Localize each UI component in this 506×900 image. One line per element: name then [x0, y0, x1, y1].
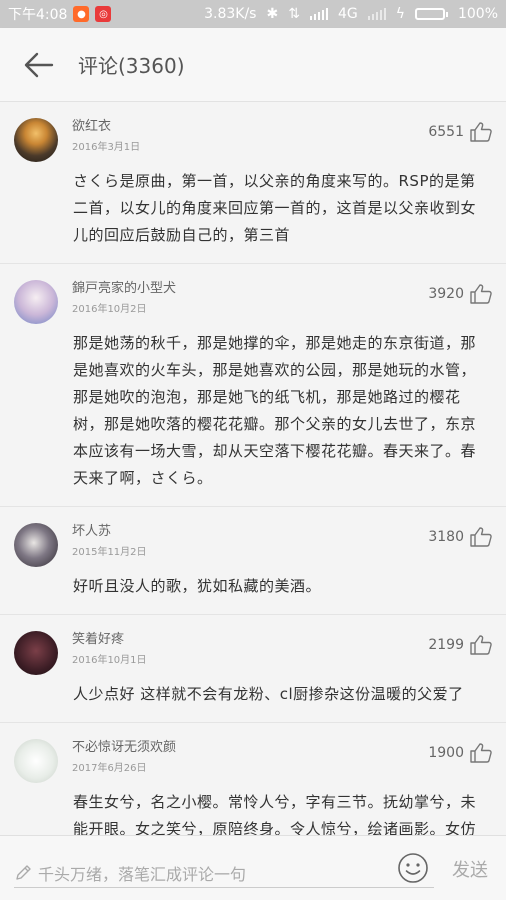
- thumbs-up-icon: [470, 122, 492, 142]
- smiley-icon: [398, 853, 428, 883]
- status-bar: 下午4:08 ● ◎ 3.83K/s ✱ ⇅ 4G ϟ 100%: [0, 0, 506, 28]
- like-count: 3920: [428, 286, 464, 302]
- comment-item: 欲红衣 2016年3月1日 6551 さくら是原曲，第一首，以父亲的角度来写的。…: [0, 102, 506, 264]
- avatar[interactable]: [14, 280, 58, 324]
- back-arrow-icon: [24, 52, 54, 77]
- thumbs-up-icon: [470, 635, 492, 655]
- like-count: 1900: [428, 745, 464, 761]
- comment-list[interactable]: 欲红衣 2016年3月1日 6551 さくら是原曲，第一首，以父亲的角度来写的。…: [0, 102, 506, 835]
- emoji-button[interactable]: [397, 852, 429, 884]
- comment-input-placeholder: 千头万绪，落笔汇成评论一句: [38, 864, 247, 884]
- username[interactable]: 坏人苏: [72, 523, 147, 541]
- network-speed: 3.83K/s: [204, 6, 257, 22]
- thumbs-up-icon: [470, 284, 492, 304]
- comment-date: 2016年3月1日: [72, 142, 141, 153]
- comment-date: 2016年10月2日: [72, 304, 147, 315]
- thumbs-up-icon: [470, 527, 492, 547]
- avatar[interactable]: [14, 118, 58, 162]
- like-count: 6551: [428, 124, 464, 140]
- comment-date: 2017年6月26日: [72, 763, 147, 774]
- send-button[interactable]: 发送: [452, 856, 488, 882]
- comment-text: 人少点好 这样就不会有龙粉、cl厨掺杂这份温暖的父爱了: [73, 685, 464, 703]
- username[interactable]: 不必惊讶无须欢颜: [72, 739, 176, 757]
- like-button[interactable]: 3920: [428, 284, 492, 304]
- comment-date: 2016年10月1日: [72, 655, 147, 666]
- username[interactable]: 欲红衣: [72, 118, 140, 136]
- battery-icon: [414, 8, 448, 20]
- music-app-notification-icon: ◎: [95, 6, 112, 22]
- data-transfer-icon: ⇅: [288, 6, 300, 22]
- comment-input-bar: 千头万绪，落笔汇成评论一句 发送: [0, 835, 506, 900]
- comment-text: さくら是原曲，第一首，以父亲的角度来写的。RSP的是第二首，以女儿的角度来回应第…: [73, 172, 477, 244]
- comment-item: 笑着好疼 2016年10月1日 2199 人少点好 这样就不会有龙粉、cl厨掺杂…: [0, 615, 506, 723]
- status-time: 下午4:08: [8, 7, 68, 23]
- like-button[interactable]: 2199: [428, 635, 492, 655]
- comment-text: 那是她荡的秋千，那是她撑的伞，那是她走的东京街道，那是她喜欢的火车头，那是她喜欢…: [73, 334, 477, 487]
- comment-item: 坏人苏 2015年11月2日 3180 好听且没人的歌，犹如私藏的美酒。: [0, 507, 506, 615]
- avatar[interactable]: [14, 631, 58, 675]
- charging-icon: ϟ: [395, 6, 405, 22]
- comment-text: 好听且没人的歌，犹如私藏的美酒。: [73, 577, 322, 595]
- back-button[interactable]: [0, 28, 78, 102]
- signal-strength-icon: [309, 8, 328, 20]
- like-button[interactable]: 6551: [428, 122, 492, 142]
- comment-text: 春生女兮，名之小樱。常怜人兮，字有三节。抚幼掌兮，未能开眼。女之笑兮，原陪终身。…: [73, 793, 477, 835]
- comment-item: 錦戸亮家的小型犬 2016年10月2日 3920 那是她荡的秋千，那是她撑的伞，…: [0, 264, 506, 507]
- thumbs-up-icon: [470, 743, 492, 763]
- page-title: 评论(3360): [78, 54, 185, 78]
- app-header: 评论(3360): [0, 28, 506, 102]
- avatar[interactable]: [14, 739, 58, 783]
- username[interactable]: 錦戸亮家的小型犬: [72, 280, 176, 298]
- network-type: 4G: [337, 6, 358, 22]
- like-button[interactable]: 1900: [428, 743, 492, 763]
- app-notification-icon: ●: [73, 6, 90, 22]
- comment-item: 不必惊讶无须欢颜 2017年6月26日 1900 春生女兮，名之小樱。常怜人兮，…: [0, 723, 506, 835]
- like-button[interactable]: 3180: [428, 527, 492, 547]
- pencil-icon: [16, 864, 31, 880]
- avatar[interactable]: [14, 523, 58, 567]
- like-count: 3180: [428, 529, 464, 545]
- secondary-signal-icon: [367, 8, 386, 20]
- username[interactable]: 笑着好疼: [72, 631, 147, 649]
- battery-percent: 100%: [457, 6, 498, 22]
- comment-date: 2015年11月2日: [72, 547, 147, 558]
- like-count: 2199: [428, 637, 464, 653]
- bluetooth-icon: ✱: [266, 6, 279, 22]
- comment-input[interactable]: 千头万绪，落笔汇成评论一句: [14, 858, 434, 888]
